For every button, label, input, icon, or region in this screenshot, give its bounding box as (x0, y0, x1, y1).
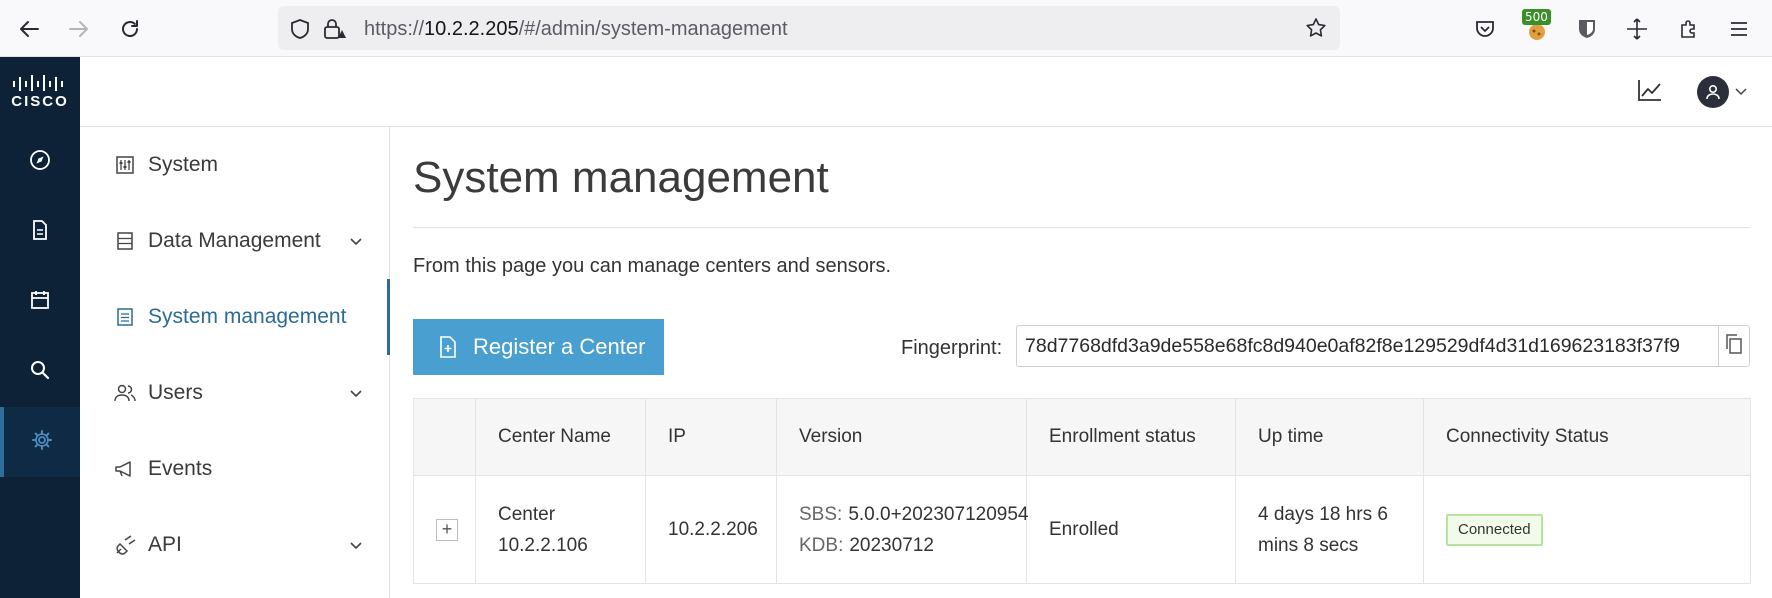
user-menu-button[interactable] (1692, 73, 1752, 111)
url-host: 10.2.2.205 (424, 18, 519, 40)
sidebar-item-system[interactable]: System (80, 127, 390, 203)
chevron-down-icon (348, 385, 364, 401)
admin-sidebar: System Data Management System management… (80, 127, 390, 598)
status-badge: Connected (1446, 514, 1543, 546)
menu-icon[interactable] (1724, 14, 1754, 44)
rail-item-dashboard[interactable] (0, 127, 80, 197)
sidebar-item-api[interactable]: API (80, 507, 390, 583)
main-content: System management From this page you can… (390, 127, 1772, 598)
sidebar-item-data-management[interactable]: Data Management (80, 203, 390, 279)
kdb-key: KDB: (799, 534, 844, 556)
register-center-button[interactable]: Register a Center (413, 319, 664, 375)
pocket-icon[interactable] (1470, 14, 1500, 44)
chevron-down-icon (348, 537, 364, 553)
forward-icon[interactable] (64, 14, 94, 44)
enrollment-cell: Enrolled (1026, 475, 1236, 584)
extension-badge: 500 (1522, 9, 1551, 25)
analytics-button[interactable] (1630, 73, 1670, 111)
sidebar-item-label: Data Management (148, 229, 321, 252)
sidebar-item-system-management[interactable]: System management (80, 279, 390, 355)
lock-warning-icon[interactable] (323, 18, 347, 45)
centers-table: Center Name IP Version Enrollment status… (413, 398, 1751, 584)
app-header (80, 57, 1772, 127)
page-title: System management (413, 153, 829, 202)
column-header-center-name[interactable]: Center Name (475, 398, 646, 476)
column-header-connectivity-status[interactable]: Connectivity Status (1423, 398, 1751, 476)
sidebar-item-users[interactable]: Users (80, 355, 390, 431)
fingerprint-field[interactable]: 78d7768dfd3a9de558e68fc8d940e0af82f8e129… (1016, 325, 1718, 367)
sidebar-item-label: Events (148, 457, 213, 480)
register-center-label: Register a Center (473, 334, 646, 359)
megaphone-icon (114, 458, 136, 480)
url-path: /#/admin/system-management (518, 18, 788, 40)
browser-toolbar: https://10.2.2.205/#/admin/system-manage… (0, 0, 1772, 57)
sidebar-item-label: API (148, 533, 182, 556)
fingerprint-label: Fingerprint: (901, 337, 1003, 359)
sidebar-item-label: System (148, 153, 219, 176)
reload-icon[interactable] (115, 14, 145, 44)
expand-cell: + (413, 475, 476, 584)
kdb-value: 20230712 (849, 534, 934, 556)
sbs-key: SBS: (799, 503, 843, 525)
table-header-row: Center Name IP Version Enrollment status… (413, 398, 1751, 476)
shield-icon[interactable] (289, 18, 311, 45)
column-header-ip[interactable]: IP (645, 398, 777, 476)
center-name-cell: Center 10.2.2.106 (475, 475, 646, 584)
add-document-icon (437, 336, 459, 358)
gear-icon (31, 429, 53, 456)
clipboard-icon (114, 306, 136, 328)
cisco-logo: CISCO (0, 57, 80, 127)
copy-fingerprint-button[interactable] (1718, 325, 1750, 367)
chevron-down-icon (348, 233, 364, 249)
document-icon (29, 219, 51, 246)
copy-icon (1725, 333, 1743, 359)
move-icon[interactable] (1622, 14, 1652, 44)
column-header-expand (413, 398, 476, 476)
sidebar-item-label: Users (148, 381, 203, 404)
url-bar[interactable]: https://10.2.2.205/#/admin/system-manage… (278, 6, 1340, 50)
table-row: + Center 10.2.2.106 10.2.2.206 SBS: 5.0.0… (413, 475, 1751, 584)
version-cell: SBS: 5.0.0+202307120954 KDB: 20230712 (776, 475, 1029, 584)
connectivity-cell: Connected (1423, 475, 1751, 584)
sliders-icon (114, 154, 136, 176)
back-icon[interactable] (14, 14, 44, 44)
rail-item-reports[interactable] (0, 197, 80, 267)
page-description: From this page you can manage centers an… (413, 255, 892, 277)
expand-row-button[interactable]: + (436, 518, 458, 541)
database-icon (114, 230, 136, 252)
plug-icon (114, 534, 136, 556)
sbs-value: 5.0.0+202307120954 (848, 503, 1029, 525)
star-icon[interactable] (1305, 17, 1327, 44)
column-header-up-time[interactable]: Up time (1235, 398, 1424, 476)
sidebar-item-label: System management (148, 305, 347, 328)
compass-icon (29, 149, 51, 176)
search-icon (29, 359, 51, 386)
title-divider (413, 227, 1750, 228)
ip-cell: 10.2.2.206 (645, 475, 777, 584)
rail-item-admin[interactable] (0, 407, 80, 477)
rail-item-search[interactable] (0, 337, 80, 407)
bitwarden-icon[interactable] (1572, 14, 1602, 44)
rail-item-schedule[interactable] (0, 267, 80, 337)
primary-nav-rail: CISCO (0, 57, 80, 598)
chevron-down-icon (1735, 83, 1747, 101)
sidebar-item-events[interactable]: Events (80, 431, 390, 507)
column-header-enrollment-status[interactable]: Enrollment status (1026, 398, 1236, 476)
url-prefix: https:// (364, 18, 425, 40)
cisco-wordmark: CISCO (11, 92, 69, 110)
users-icon (114, 382, 136, 404)
calendar-icon (29, 289, 51, 316)
uptime-cell: 4 days 18 hrs 6 mins 8 secs (1235, 475, 1424, 584)
avatar (1697, 76, 1729, 108)
line-chart-icon (1637, 78, 1663, 107)
extensions-puzzle-icon[interactable] (1674, 14, 1704, 44)
url-text[interactable]: https://10.2.2.205/#/admin/system-manage… (364, 18, 788, 41)
column-header-version[interactable]: Version (776, 398, 1027, 476)
